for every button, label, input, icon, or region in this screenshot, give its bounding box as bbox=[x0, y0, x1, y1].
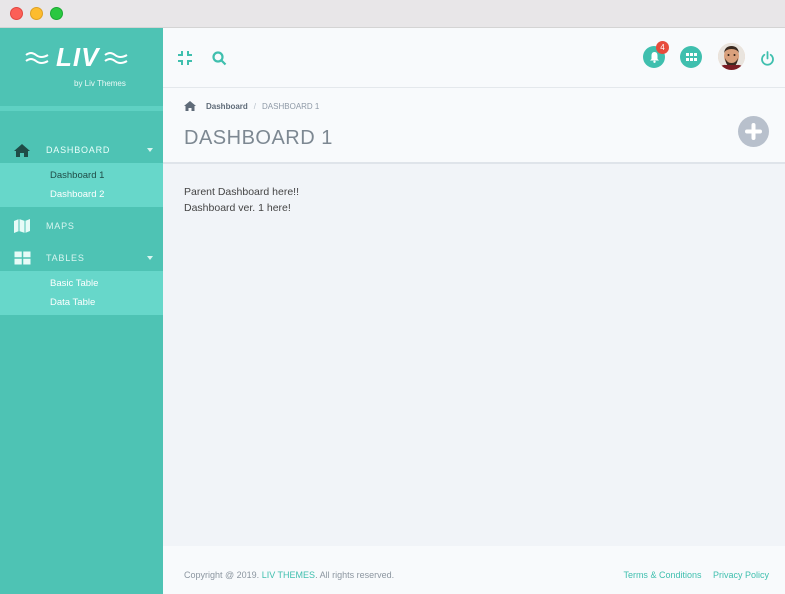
sidebar-item-basic-table[interactable]: Basic Table bbox=[0, 274, 163, 293]
breadcrumb-current: DASHBOARD 1 bbox=[262, 101, 320, 111]
top-bar: 4 bbox=[163, 28, 785, 88]
copyright: Copyright @ 2019. LIV THEMES. All rights… bbox=[184, 570, 394, 580]
brand-logo: LIV bbox=[24, 42, 131, 73]
map-icon bbox=[12, 218, 32, 234]
apps-grid-icon[interactable] bbox=[680, 46, 702, 68]
brand[interactable]: LIV by Liv Themes bbox=[0, 28, 163, 106]
breadcrumb: Dashboard / DASHBOARD 1 bbox=[184, 101, 319, 111]
compress-icon[interactable] bbox=[175, 48, 195, 68]
content-line: Parent Dashboard here!! bbox=[184, 186, 299, 198]
plus-icon bbox=[745, 123, 762, 140]
dashboard-submenu: Dashboard 1 Dashboard 2 bbox=[0, 163, 163, 207]
sidebar-nav: DASHBOARD Dashboard 1 Dashboard 2 MAPS T… bbox=[0, 137, 163, 315]
close-window-button[interactable] bbox=[10, 7, 23, 20]
notification-badge: 4 bbox=[656, 41, 669, 54]
copyright-suffix: . All rights reserved. bbox=[315, 570, 395, 580]
brand-name: LIV bbox=[56, 42, 100, 72]
search-icon[interactable] bbox=[209, 48, 229, 68]
breadcrumb-separator: / bbox=[253, 101, 257, 111]
copyright-brand-link[interactable]: LIV THEMES bbox=[262, 570, 315, 580]
chevron-down-icon bbox=[147, 256, 153, 260]
brand-divider bbox=[0, 106, 163, 111]
footer: Copyright @ 2019. LIV THEMES. All rights… bbox=[163, 546, 785, 594]
minimize-window-button[interactable] bbox=[30, 7, 43, 20]
wave-icon bbox=[104, 51, 128, 64]
add-button[interactable] bbox=[738, 116, 769, 147]
page-header: Dashboard / DASHBOARD 1 DASHBOARD 1 bbox=[163, 88, 785, 164]
sidebar-item-dashboard-2[interactable]: Dashboard 2 bbox=[0, 185, 163, 204]
page-title: DASHBOARD 1 bbox=[184, 127, 333, 149]
power-icon[interactable] bbox=[757, 48, 777, 68]
tables-submenu: Basic Table Data Table bbox=[0, 271, 163, 315]
sidebar-item-label: DASHBOARD bbox=[46, 145, 111, 155]
wave-icon bbox=[25, 51, 49, 64]
main-area: 4 Dashboard / DASHBOARD 1 DASHBOARD 1 Pa… bbox=[163, 28, 785, 594]
sidebar-item-label: TABLES bbox=[46, 253, 85, 263]
table-icon bbox=[12, 250, 32, 266]
sidebar-item-dashboard[interactable]: DASHBOARD bbox=[0, 137, 163, 163]
window-titlebar bbox=[0, 0, 785, 28]
chevron-down-icon bbox=[147, 148, 153, 152]
privacy-link[interactable]: Privacy Policy bbox=[713, 570, 769, 580]
sidebar-item-data-table[interactable]: Data Table bbox=[0, 293, 163, 312]
sidebar-item-maps[interactable]: MAPS bbox=[0, 213, 163, 239]
brand-subtitle: by Liv Themes bbox=[74, 79, 126, 88]
sidebar: LIV by Liv Themes DASHBOARD Dashboard 1 … bbox=[0, 28, 163, 594]
home-icon bbox=[12, 142, 32, 158]
sidebar-item-tables[interactable]: TABLES bbox=[0, 245, 163, 271]
content-line: Dashboard ver. 1 here! bbox=[184, 202, 291, 214]
terms-link[interactable]: Terms & Conditions bbox=[623, 570, 701, 580]
maximize-window-button[interactable] bbox=[50, 7, 63, 20]
avatar[interactable] bbox=[718, 43, 745, 70]
breadcrumb-link[interactable]: Dashboard bbox=[206, 102, 248, 111]
page-content: Parent Dashboard here!! Dashboard ver. 1… bbox=[163, 164, 785, 236]
footer-links: Terms & Conditions Privacy Policy bbox=[614, 570, 769, 580]
sidebar-item-dashboard-1[interactable]: Dashboard 1 bbox=[0, 166, 163, 185]
home-icon[interactable] bbox=[184, 101, 196, 111]
copyright-prefix: Copyright @ 2019. bbox=[184, 570, 260, 580]
sidebar-item-label: MAPS bbox=[46, 221, 75, 231]
